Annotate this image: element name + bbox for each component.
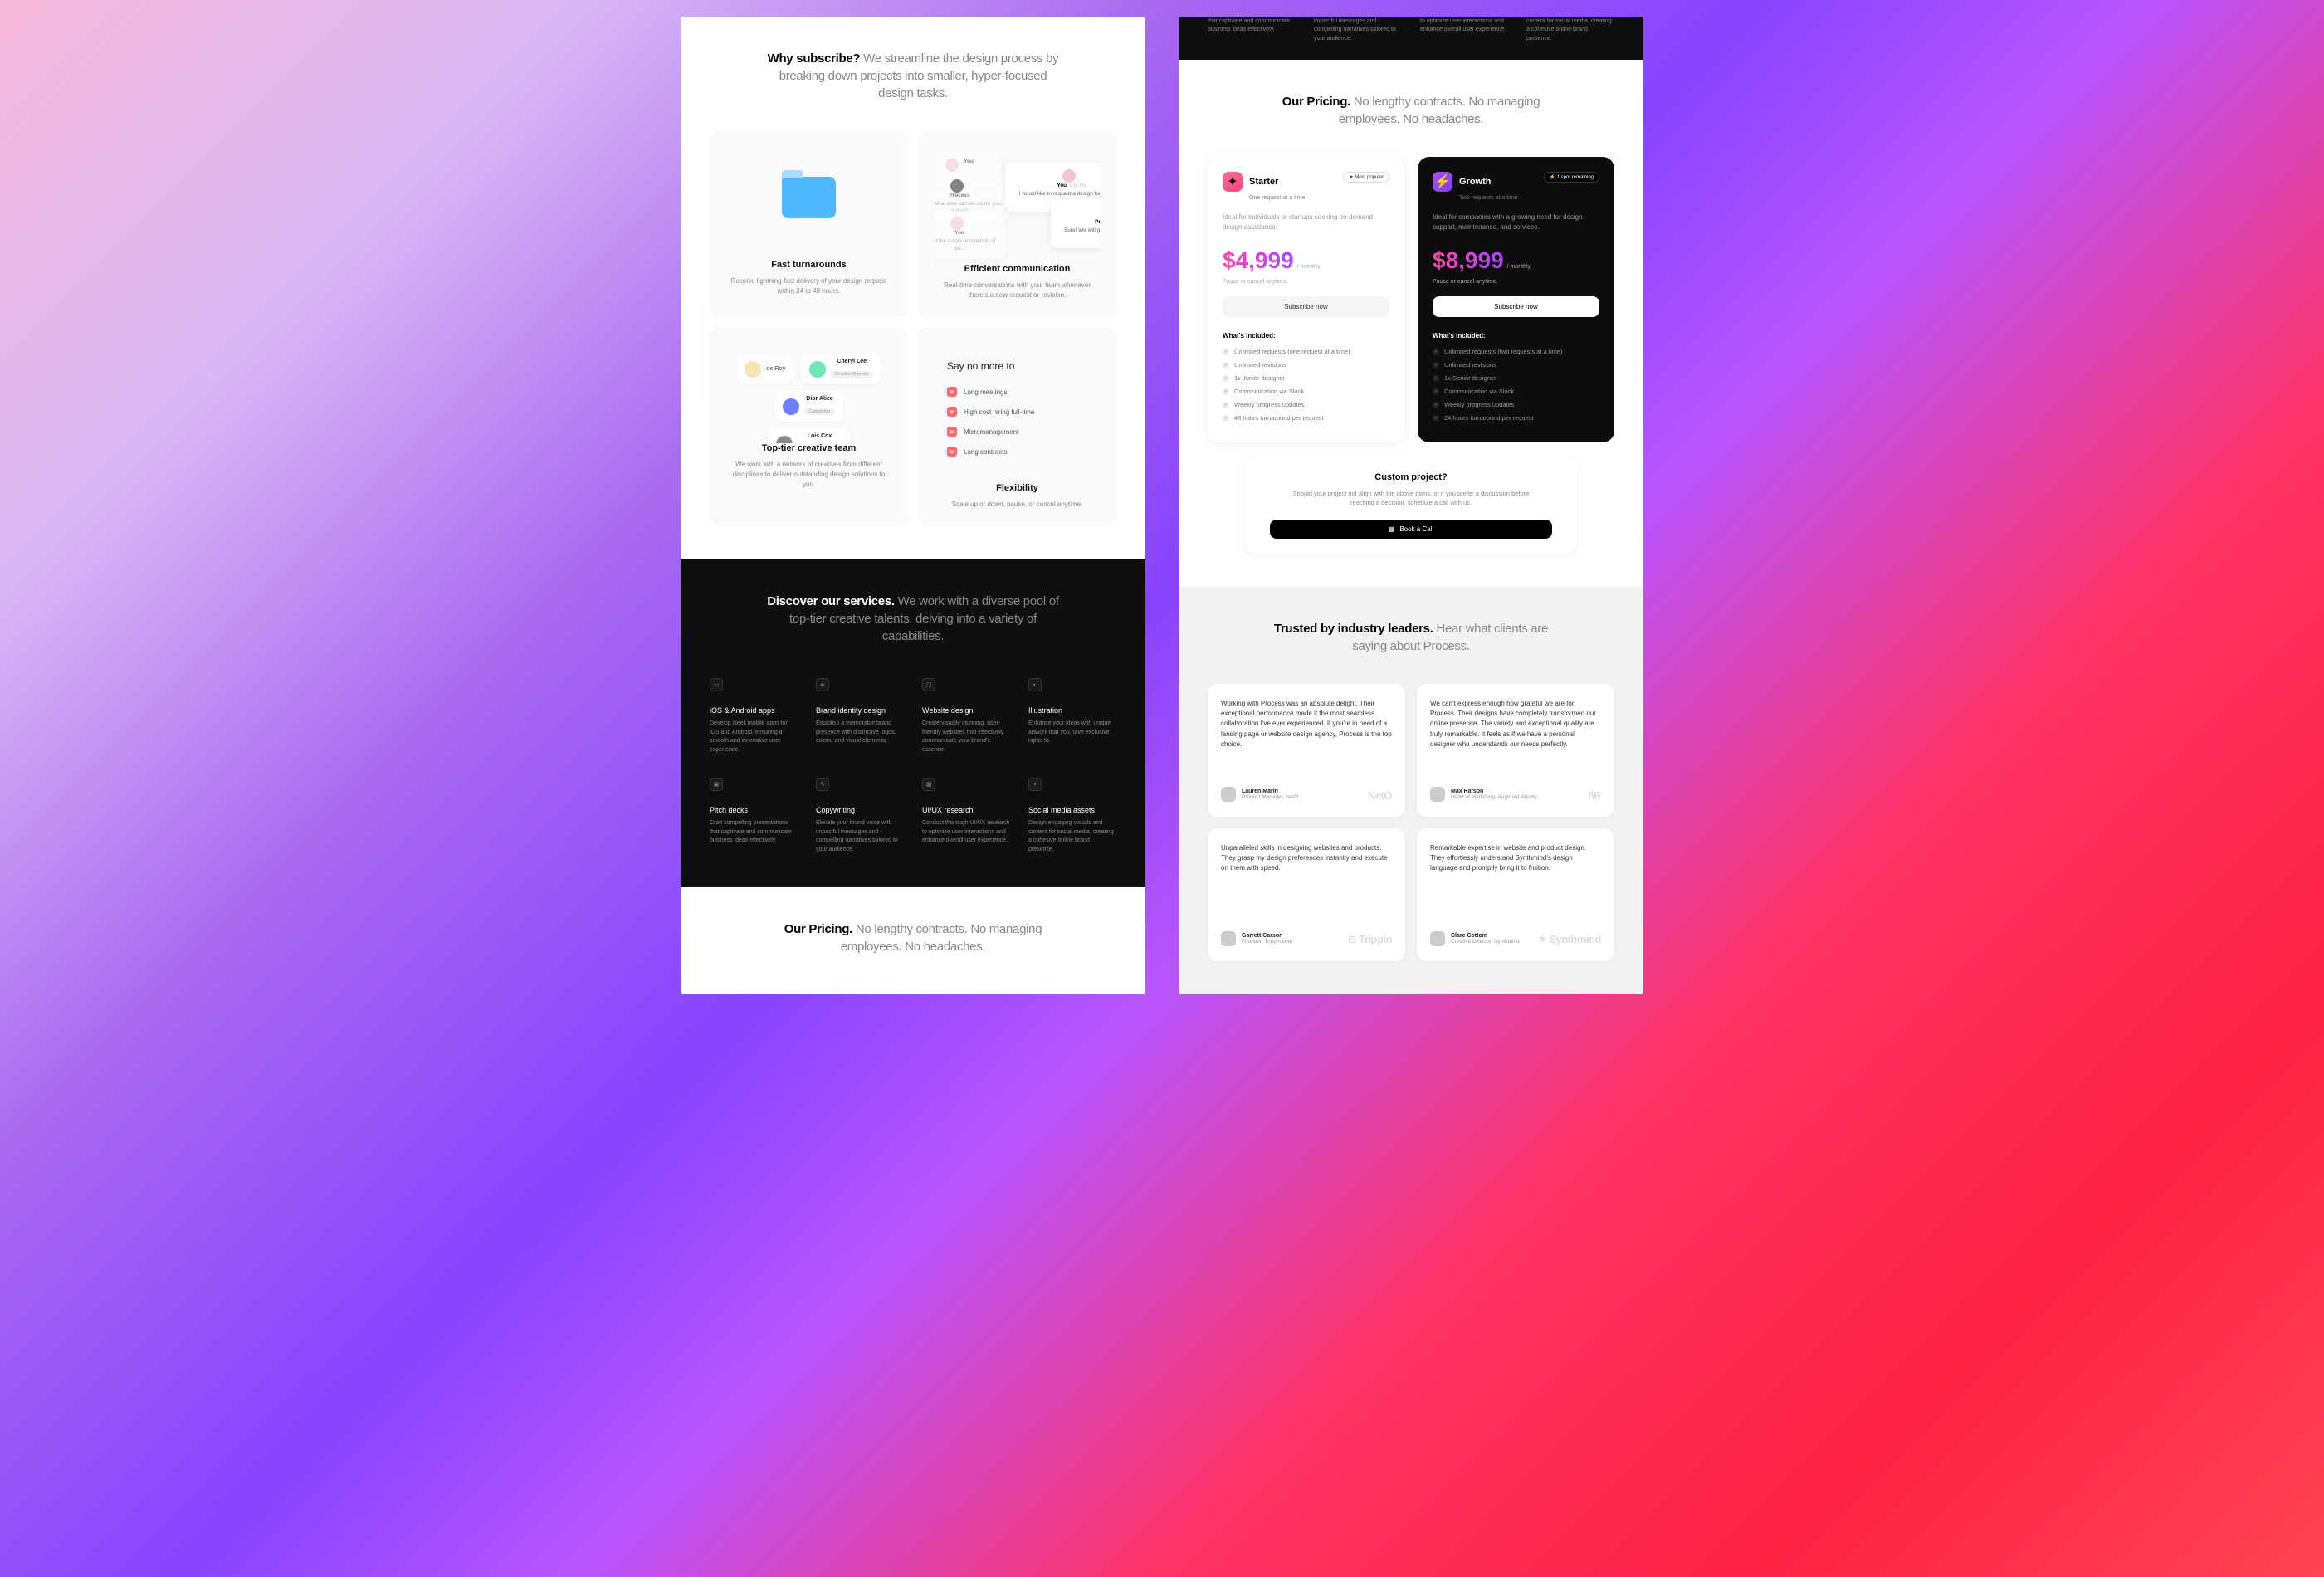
service-icon: ▭ <box>710 678 723 691</box>
subscribe-growth-button[interactable]: Subscribe now <box>1433 296 1599 317</box>
most-popular-badge: ★ Most popular <box>1343 172 1389 183</box>
starter-icon: ✦ <box>1223 172 1243 192</box>
check-icon: ✓ <box>1223 388 1229 395</box>
services-continuation: Craft compelling presentations that capt… <box>1179 17 1643 60</box>
check-icon: ✓ <box>1223 402 1229 408</box>
check-icon: ✓ <box>1433 375 1439 382</box>
testimonials-headline: Trusted by industry leaders. Hear what c… <box>1262 620 1560 655</box>
x-icon: × <box>947 407 957 417</box>
feature-communication: You ProcessHmm, what else can we do for … <box>918 131 1116 317</box>
subscribe-starter-button[interactable]: Subscribe now <box>1223 296 1389 317</box>
pricing-headline-left: Our Pricing. No lengthy contracts. No ma… <box>764 920 1062 955</box>
company-logo: ✶ Synthmind <box>1538 933 1601 946</box>
check-icon: ✓ <box>1223 349 1229 355</box>
pricing-section-left: Our Pricing. No lengthy contracts. No ma… <box>681 887 1145 993</box>
included-item: ✓Unlimited requests (one request at a ti… <box>1223 348 1389 355</box>
service-item: ▭iOS & Android appsDevelop sleek mobile … <box>710 678 798 754</box>
service-icon: ▣ <box>710 778 723 791</box>
included-item: ✓1x Senior designer <box>1433 374 1599 382</box>
avatar <box>1221 787 1236 802</box>
service-icon: ▢ <box>922 678 935 691</box>
feature-flexibility: Say no more to ×Long meetings×High cost … <box>918 327 1116 526</box>
check-icon: ✓ <box>1433 415 1439 422</box>
service-icon: ▦ <box>922 778 935 791</box>
company-logo: ⊙ Trippin <box>1348 933 1392 946</box>
pricing-section: Our Pricing. No lengthy contracts. No ma… <box>1179 60 1643 587</box>
check-icon: ✓ <box>1223 415 1229 422</box>
company-logo: /\R <box>1589 789 1601 802</box>
included-item: ✓Unlimited revisions <box>1223 361 1389 369</box>
services-headline: Discover our services. We work with a di… <box>764 593 1062 645</box>
included-item: ✓Weekly progress updates <box>1433 401 1599 408</box>
service-item: ◈Brand identity designEstablish a memora… <box>816 678 904 754</box>
service-item: ▢Website designCreate visually stunning,… <box>922 678 1010 754</box>
service-item: ▣Pitch decksCraft compelling presentatio… <box>710 778 798 854</box>
flex-no-item: ×Long meetings <box>947 387 1087 397</box>
calendar-icon: ▦ <box>1389 525 1395 533</box>
service-item: ◐IllustrationEnhance your ideas with uni… <box>1028 678 1116 754</box>
team-visual: de Roy Cheryl LeeCreative Director Dior Al… <box>726 344 891 443</box>
team-chip: Lois CoxProduct Designer <box>768 428 850 443</box>
service-item: ▦UI/UX researchConduct thorough UI/UX re… <box>922 778 1010 854</box>
subscribe-section: Why subscribe? We streamline the design … <box>681 17 1145 559</box>
book-call-button[interactable]: ▦Book a Call <box>1270 520 1552 539</box>
avatar <box>1221 931 1236 946</box>
avatar <box>1430 931 1445 946</box>
service-item: ✦Social media assetsDesign engaging visu… <box>1028 778 1116 854</box>
service-icon: ✦ <box>1028 778 1042 791</box>
check-icon: ✓ <box>1433 388 1439 395</box>
check-icon: ✓ <box>1223 362 1229 369</box>
check-icon: ✓ <box>1433 349 1439 355</box>
service-item: Design engaging visuals and content for … <box>1526 17 1614 43</box>
x-icon: × <box>947 427 957 437</box>
included-item: ✓24 hours turnaround per request <box>1433 414 1599 422</box>
growth-plan: ⚡Growth ⚡ 1 spot remaining Two requests … <box>1418 157 1614 442</box>
pricing-headline: Our Pricing. No lengthy contracts. No ma… <box>1262 93 1560 128</box>
included-item: ✓Weekly progress updates <box>1223 401 1389 408</box>
included-item: ✓48 hours turnaround per request <box>1223 414 1389 422</box>
included-item: ✓1x Junior designer <box>1223 374 1389 382</box>
service-item: Conduct thorough UI/UX research to optim… <box>1420 17 1508 43</box>
company-logo: NetO <box>1368 789 1392 802</box>
chat-visual: You ProcessHmm, what else can we do for … <box>935 148 1100 264</box>
testimonial-card: Working with Process was an absolute del… <box>1208 684 1405 817</box>
services-section: Discover our services. We work with a di… <box>681 559 1145 887</box>
flex-no-item: ×Long contracts <box>947 447 1087 456</box>
x-icon: × <box>947 447 957 456</box>
subscribe-headline: Why subscribe? We streamline the design … <box>764 50 1062 102</box>
x-icon: × <box>947 387 957 397</box>
avatar <box>1430 787 1445 802</box>
included-item: ✓Communication via Slack <box>1433 388 1599 395</box>
service-item: Elevate your brand voice with impactful … <box>1314 17 1402 43</box>
team-chip: de Roy <box>736 354 793 384</box>
check-icon: ✓ <box>1223 375 1229 382</box>
service-icon: ◐ <box>1028 678 1042 691</box>
testimonials-section: Trusted by industry leaders. Hear what c… <box>1179 587 1643 994</box>
included-item: ✓Unlimited requests (two requests at a t… <box>1433 348 1599 355</box>
service-item: Craft compelling presentations that capt… <box>1208 17 1296 43</box>
custom-project-card: Custom project? Should your project not … <box>1245 457 1577 554</box>
left-panel: Why subscribe? We streamline the design … <box>681 17 1145 994</box>
included-item: ✓Unlimited revisions <box>1433 361 1599 369</box>
check-icon: ✓ <box>1433 402 1439 408</box>
feature-team: de Roy Cheryl LeeCreative Director Dior Al… <box>710 327 908 526</box>
starter-plan: ✦Starter ★ Most popular One request at a… <box>1208 157 1404 442</box>
right-panel: Craft compelling presentations that capt… <box>1179 17 1643 994</box>
flex-no-item: ×Micromanagement <box>947 427 1087 437</box>
service-icon: ◈ <box>816 678 829 691</box>
spot-remaining-badge: ⚡ 1 spot remaining <box>1544 172 1600 183</box>
folder-icon <box>782 177 836 218</box>
testimonial-card: Unparalleled skills in designing website… <box>1208 828 1405 961</box>
included-item: ✓Communication via Slack <box>1223 388 1389 395</box>
check-icon: ✓ <box>1433 362 1439 369</box>
team-chip: Cheryl LeeCreative Director <box>801 354 881 384</box>
team-chip: Dior AliceCopywriter <box>774 391 842 422</box>
testimonial-card: Remarkable expertise in website and prod… <box>1417 828 1614 961</box>
service-item: ✎CopywritingElevate your brand voice wit… <box>816 778 904 854</box>
service-icon: ✎ <box>816 778 829 791</box>
testimonial-card: We can't express enough how grateful we … <box>1417 684 1614 817</box>
feature-fast: Fast turnarounds Receive lightning-fast … <box>710 131 908 317</box>
flex-no-item: ×High cost hiring full-time <box>947 407 1087 417</box>
growth-icon: ⚡ <box>1433 172 1452 192</box>
